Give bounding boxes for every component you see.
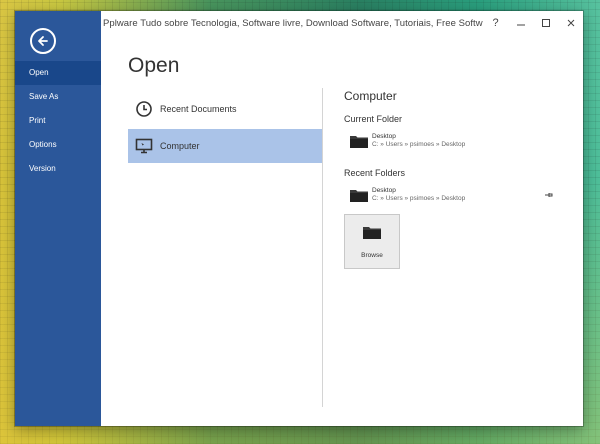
title-bar: Pplware Tudo sobre Tecnologia, Software …: [101, 11, 583, 35]
nav-item-version[interactable]: Version: [15, 157, 101, 181]
nav-item-options[interactable]: Options: [15, 133, 101, 157]
pin-icon[interactable]: [544, 190, 554, 200]
place-label: Recent Documents: [160, 104, 237, 114]
folder-path: C: » Users » psimoes » Desktop: [372, 195, 466, 202]
place-recent-documents[interactable]: Recent Documents: [128, 92, 322, 126]
window-title: Pplware Tudo sobre Tecnologia, Software …: [103, 17, 483, 29]
nav-item-print[interactable]: Print: [15, 109, 101, 133]
restore-button[interactable]: [533, 11, 558, 35]
nav-list: Open Save As Print Options Version: [15, 61, 101, 181]
places-list: Recent Documents Computer: [128, 92, 322, 166]
current-folder-item[interactable]: Desktop C: » Users » psimoes » Desktop: [344, 128, 554, 154]
close-icon: [567, 19, 574, 27]
place-computer[interactable]: Computer: [128, 129, 322, 163]
folder-icon: [362, 225, 382, 245]
close-button[interactable]: [558, 11, 583, 35]
folder-name: Desktop: [372, 133, 396, 140]
restore-icon: [541, 19, 550, 27]
browse-button[interactable]: Browse: [344, 214, 400, 269]
app-window: Open Save As Print Options Version Pplwa…: [15, 11, 583, 426]
minimize-button[interactable]: [508, 11, 533, 35]
computer-icon: [135, 137, 153, 155]
folder-name: Desktop: [372, 187, 396, 194]
nav-item-open[interactable]: Open: [15, 61, 101, 85]
place-label: Computer: [160, 141, 200, 151]
recent-folders-heading: Recent Folders: [344, 168, 406, 178]
folder-icon: [349, 133, 369, 149]
minimize-icon: [516, 24, 525, 26]
folder-path: C: » Users » psimoes » Desktop: [372, 141, 466, 148]
folder-icon: [349, 187, 369, 203]
computer-pane-title: Computer: [344, 89, 397, 103]
browse-label: Browse: [361, 251, 383, 259]
nav-item-save-as[interactable]: Save As: [15, 85, 101, 109]
backstage-nav: Open Save As Print Options Version: [15, 11, 101, 426]
pane-divider: [322, 88, 323, 407]
back-arrow-icon: [38, 36, 48, 46]
clock-icon: [135, 100, 153, 118]
recent-folder-item[interactable]: Desktop C: » Users » psimoes » Desktop: [344, 182, 554, 208]
page-title: Open: [128, 54, 180, 77]
computer-pane: Computer Current Folder Desktop C: » Use…: [344, 89, 554, 269]
help-button[interactable]: ?: [483, 11, 508, 35]
current-folder-heading: Current Folder: [344, 114, 403, 124]
window-controls: ?: [483, 11, 583, 35]
back-button[interactable]: [30, 28, 56, 54]
